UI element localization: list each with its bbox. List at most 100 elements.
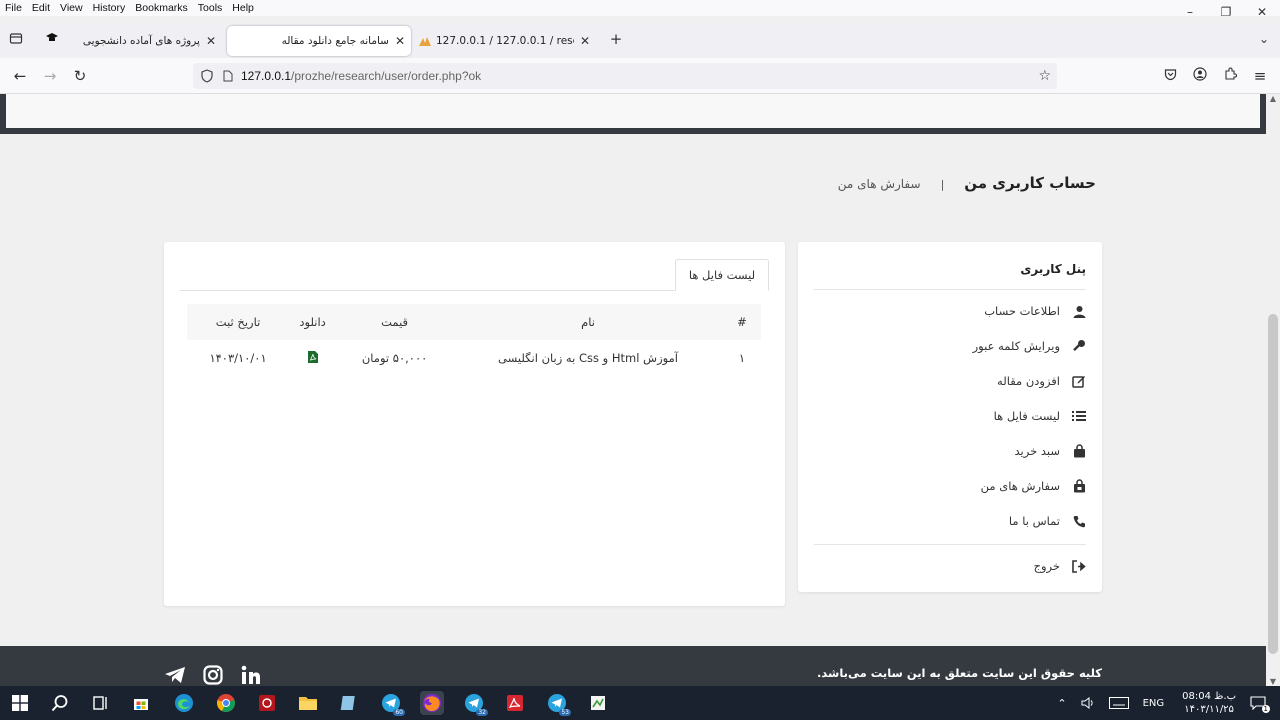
close-icon[interactable]: ✕: [395, 34, 405, 48]
page-scrollbar[interactable]: ▲ ▼: [1266, 94, 1280, 686]
table-header-row: # نام قیمت دانلود تاریخ ثبت: [187, 304, 761, 340]
acrobat-icon[interactable]: [503, 691, 527, 715]
menu-edit[interactable]: Edit: [27, 2, 55, 14]
tab-article-download[interactable]: سامانه جامع دانلود مقاله ✕: [227, 26, 411, 56]
breadcrumb-separator: |: [940, 178, 945, 191]
sidebar-item-add-article[interactable]: افزودن مقاله: [997, 374, 1086, 388]
menu-tools[interactable]: Tools: [193, 2, 228, 14]
minimize-icon[interactable]: –: [1172, 0, 1208, 24]
chevron-down-icon[interactable]: ⌄: [1254, 29, 1274, 49]
scroll-down-icon[interactable]: ▼: [1266, 677, 1280, 686]
row-download: [289, 340, 336, 376]
sidebar-item-edit-password[interactable]: ویرایش کلمه عبور: [973, 339, 1086, 353]
close-window-icon[interactable]: ✕: [1244, 0, 1280, 24]
chrome-icon[interactable]: [214, 691, 238, 715]
sidebar-item-cart[interactable]: سبد خرید: [1015, 444, 1087, 458]
user-panel: پنل کاربری اطلاعات حساب ویرایش کلمه عبور…: [798, 242, 1102, 592]
url-host: 127.0.0.1: [241, 69, 292, 83]
tab-overview-icon[interactable]: [6, 30, 26, 50]
menu-help[interactable]: Help: [227, 2, 259, 14]
system-tray: ⌃ ENG 08:04 ب.ظ ۱۴۰۳/۱۱/۲۵ 1: [1057, 686, 1280, 720]
reload-icon[interactable]: ↻: [70, 66, 90, 86]
user-icon: [1072, 304, 1086, 318]
menu-bar: File Edit View History Bookmarks Tools H…: [0, 0, 1280, 16]
tab-file-list[interactable]: لیست فایل ها: [675, 259, 769, 291]
shopping-bag-icon: [1072, 479, 1086, 493]
instagram-icon[interactable]: [202, 664, 224, 686]
close-icon[interactable]: ✕: [206, 34, 216, 48]
menu-view[interactable]: View: [55, 2, 88, 14]
sidebar-item-contact[interactable]: تماس با ما: [1009, 514, 1086, 528]
divider: [814, 544, 1086, 545]
graduation-cap-icon[interactable]: [42, 30, 62, 50]
extensions-icon[interactable]: [1220, 66, 1240, 86]
back-icon[interactable]: ←: [10, 66, 30, 86]
app-red-icon[interactable]: [255, 691, 279, 715]
sidebar-item-logout[interactable]: خروج: [1034, 559, 1086, 573]
windows-start-icon[interactable]: [8, 691, 32, 715]
bookmark-star-icon[interactable]: ☆: [1038, 68, 1051, 84]
keyboard-icon[interactable]: [1108, 697, 1129, 709]
sidebar-item-file-list[interactable]: لیست فایل ها: [994, 409, 1086, 423]
volume-icon[interactable]: [1081, 697, 1095, 709]
sidebar-item-account-info[interactable]: اطلاعات حساب: [984, 304, 1086, 318]
scrollbar-thumb[interactable]: [1268, 314, 1278, 654]
sidebar-item-my-orders[interactable]: سفارش های من: [981, 479, 1086, 493]
user-panel-title: پنل کاربری: [1020, 262, 1086, 276]
notification-badge: 60: [393, 709, 405, 716]
footer: کلیه حقوق این سایت متعلق به این سایت می‌…: [0, 646, 1266, 686]
row-name: آموزش Html و Css به زبان انگلیسی: [498, 351, 678, 365]
logout-icon: [1072, 559, 1086, 573]
firefox-icon[interactable]: [420, 691, 444, 715]
edge-icon[interactable]: [172, 691, 196, 715]
telegram-taskbar-icon[interactable]: 32: [462, 691, 488, 716]
tab-projects[interactable]: پروژه های آماده دانشجویی ✕: [72, 26, 222, 56]
url-bar[interactable]: 127.0.0.1/prozhe/research/user/order.php…: [193, 63, 1057, 89]
forward-icon[interactable]: →: [40, 66, 60, 86]
tab-phpmyadmin[interactable]: 127.0.0.1 / 127.0.0.1 / research ✕: [418, 26, 596, 56]
telegram-taskbar-icon[interactable]: 53: [545, 691, 571, 716]
window-controls: – ❐ ✕: [1172, 0, 1280, 24]
menu-file[interactable]: File: [0, 2, 27, 14]
hamburger-menu-icon[interactable]: ≡: [1250, 66, 1270, 86]
store-icon[interactable]: [129, 691, 153, 715]
notifications-icon[interactable]: 1: [1250, 696, 1270, 713]
clock[interactable]: 08:04 ب.ظ ۱۴۰۳/۱۱/۲۵: [1182, 690, 1236, 716]
app-green-icon[interactable]: [586, 691, 610, 715]
header-strip: [0, 94, 1266, 134]
chevron-up-icon[interactable]: ⌃: [1057, 697, 1066, 710]
close-icon[interactable]: ✕: [580, 34, 590, 48]
clock-time: 08:04 ب.ظ: [1182, 691, 1236, 702]
language-indicator[interactable]: ENG: [1143, 698, 1165, 709]
pocket-icon[interactable]: [1160, 66, 1180, 86]
column-header: #: [723, 304, 761, 340]
key-icon: [1072, 339, 1086, 353]
orders-table: # نام قیمت دانلود تاریخ ثبت ۱ آموزش Html…: [187, 304, 761, 376]
account-icon[interactable]: [1190, 66, 1210, 86]
url-text: 127.0.0.1/prozhe/research/user/order.php…: [241, 69, 481, 83]
menu-history[interactable]: History: [88, 2, 131, 14]
file-explorer-icon[interactable]: [296, 691, 320, 715]
notification-badge: 32: [476, 709, 488, 716]
task-view-icon[interactable]: [88, 691, 112, 715]
sidebar-item-label: تماس با ما: [1008, 514, 1060, 528]
telegram-taskbar-icon[interactable]: 60: [379, 691, 405, 716]
pdf-icon[interactable]: [307, 350, 318, 363]
linkedin-icon[interactable]: [240, 664, 262, 686]
row-date: ۱۴۰۳/۱۰/۰۱: [209, 351, 267, 365]
notepad-icon[interactable]: [337, 691, 361, 715]
menu-bookmarks[interactable]: Bookmarks: [130, 2, 193, 14]
list-icon: [1072, 409, 1086, 423]
telegram-icon[interactable]: [164, 664, 186, 686]
scroll-up-icon[interactable]: ▲: [1266, 94, 1280, 103]
search-icon[interactable]: [48, 691, 72, 715]
page-viewport: حساب کاربری من | سفارش های من پنل کاربری…: [0, 94, 1266, 686]
clock-date: ۱۴۰۳/۱۱/۲۵: [1184, 704, 1234, 715]
tab-strip: پروژه های آماده دانشجویی ✕ سامانه جامع د…: [0, 24, 1280, 58]
restore-icon[interactable]: ❐: [1208, 0, 1244, 24]
tab-label: سامانه جامع دانلود مقاله: [281, 35, 389, 47]
new-tab-icon[interactable]: +: [606, 29, 626, 49]
shield-icon[interactable]: [201, 69, 213, 83]
bag-icon: [1072, 444, 1086, 458]
phpmyadmin-icon: [418, 34, 432, 48]
